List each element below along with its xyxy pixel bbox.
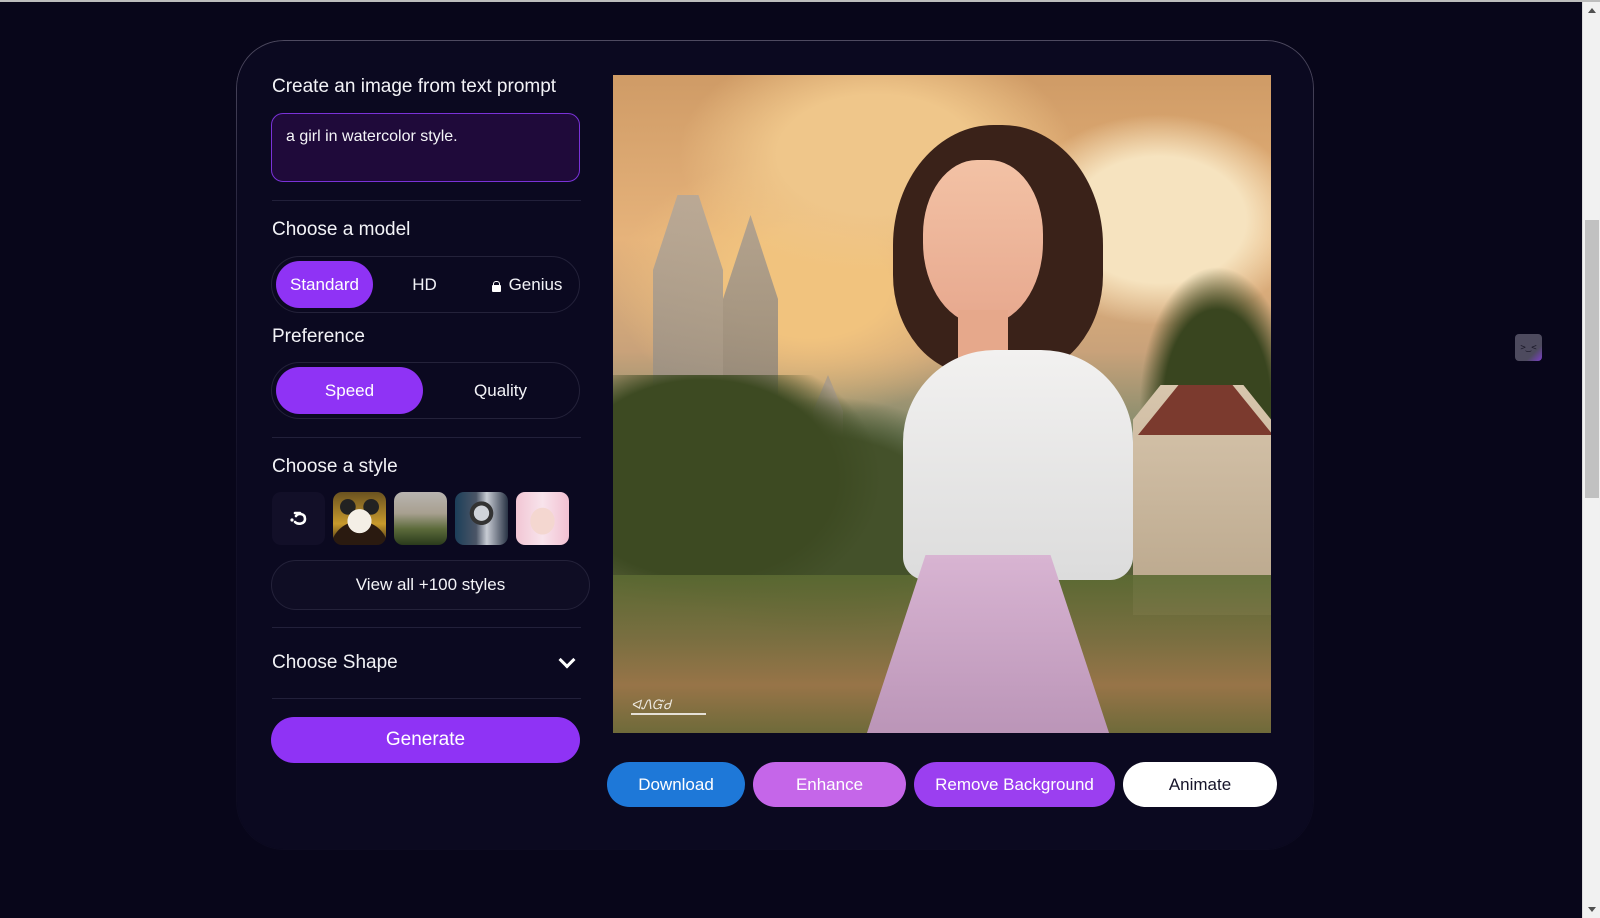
choose-shape-dropdown[interactable]: Choose Shape: [272, 640, 581, 686]
lock-icon: [492, 281, 501, 291]
scroll-down-button[interactable]: [1583, 901, 1600, 918]
download-label: Download: [638, 775, 714, 795]
prompt-heading: Create an image from text prompt: [272, 76, 556, 98]
style-cyberpunk-robot[interactable]: [455, 492, 508, 545]
prompt-input[interactable]: [271, 113, 580, 182]
shape-heading: Choose Shape: [272, 652, 398, 674]
image-girl-shirt: [903, 350, 1133, 580]
face-icon: >‿<: [1520, 343, 1536, 353]
arrow-down-icon: [1588, 907, 1596, 912]
style-list: [272, 492, 569, 545]
generate-button[interactable]: Generate: [271, 717, 580, 763]
view-all-label: View all +100 styles: [356, 575, 505, 595]
model-option-label: Standard: [290, 275, 359, 295]
generated-image: ᐊᏁᏳᏧ: [613, 75, 1271, 733]
scroll-up-button[interactable]: [1583, 2, 1600, 19]
arrow-up-icon: [1588, 8, 1596, 13]
view-all-styles-button[interactable]: View all +100 styles: [271, 560, 590, 610]
browser-top-border: [0, 0, 1600, 2]
model-option-standard[interactable]: Standard: [276, 261, 373, 308]
preference-selector: Speed Quality: [271, 362, 580, 419]
remove-background-label: Remove Background: [935, 775, 1094, 795]
model-option-label: HD: [412, 275, 437, 295]
enhance-label: Enhance: [796, 775, 863, 795]
preference-option-speed[interactable]: Speed: [276, 367, 423, 414]
chevron-down-icon: [559, 652, 576, 669]
floating-assistant-widget[interactable]: >‿<: [1515, 334, 1542, 361]
enhance-button[interactable]: Enhance: [753, 762, 906, 807]
image-signature: ᐊᏁᏳᏧ: [631, 697, 706, 715]
model-option-label: Genius: [509, 275, 563, 295]
remove-background-button[interactable]: Remove Background: [914, 762, 1115, 807]
style-anime-girl[interactable]: [516, 492, 569, 545]
preference-option-label: Speed: [325, 381, 374, 401]
model-option-genius[interactable]: Genius: [482, 261, 572, 308]
style-none[interactable]: [272, 492, 325, 545]
style-misty-forest[interactable]: [394, 492, 447, 545]
divider: [272, 698, 581, 699]
style-heading: Choose a style: [272, 456, 398, 478]
divider: [272, 200, 581, 201]
preference-heading: Preference: [272, 326, 365, 348]
page-scrollbar[interactable]: [1582, 2, 1600, 918]
preference-option-label: Quality: [474, 381, 527, 401]
image-girl-face: [923, 160, 1043, 325]
divider: [272, 437, 581, 438]
download-button[interactable]: Download: [607, 762, 745, 807]
generate-label: Generate: [386, 729, 465, 751]
model-heading: Choose a model: [272, 219, 410, 241]
divider: [272, 627, 581, 628]
style-panda[interactable]: [333, 492, 386, 545]
model-option-hd[interactable]: HD: [392, 261, 457, 308]
animate-button[interactable]: Animate: [1123, 762, 1277, 807]
model-selector: Standard HD Genius: [271, 256, 580, 313]
reset-style-icon: [289, 510, 309, 528]
animate-label: Animate: [1169, 775, 1231, 795]
image-actions: Download Enhance Remove Background Anima…: [607, 762, 1277, 807]
scrollbar-thumb[interactable]: [1585, 220, 1599, 498]
preference-option-quality[interactable]: Quality: [427, 367, 574, 414]
